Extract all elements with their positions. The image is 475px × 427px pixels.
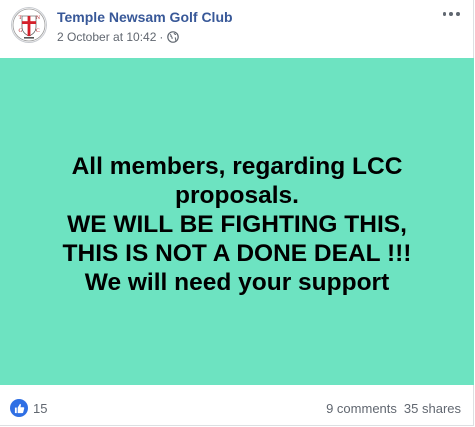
reaction-count: 15 — [33, 400, 48, 416]
crest-letter-n: N — [36, 15, 40, 21]
crest-letter-g: G — [19, 28, 23, 34]
banner-line-3: WE WILL BE FIGHTING THIS, — [67, 211, 407, 238]
more-options-icon[interactable] — [441, 6, 461, 22]
post-meta: 2 October at 10:42 · — [57, 30, 180, 44]
crest-letter-c: C — [36, 28, 40, 34]
feed-post: T N G C Temple Newsam Golf Club 2 Octobe… — [0, 0, 474, 426]
engagement-stats: 9 comments 35 shares — [326, 401, 461, 416]
crest-icon: T N G C — [12, 8, 46, 42]
club-crest-avatar[interactable]: T N G C — [11, 7, 47, 43]
globe-icon[interactable] — [167, 31, 180, 43]
banner-line-1: All members, regarding LCC — [71, 153, 403, 180]
banner-line-4: THIS IS NOT A DONE DEAL !!! — [62, 240, 412, 267]
page-name-link[interactable]: Temple Newsam Golf Club — [57, 9, 233, 25]
shares-count-link[interactable]: 35 shares — [404, 401, 461, 416]
comments-count-link[interactable]: 9 comments — [326, 401, 397, 416]
post-timestamp[interactable]: 2 October at 10:42 — [57, 30, 156, 44]
post-footer: 15 9 comments 35 shares — [0, 385, 474, 426]
reactions-summary[interactable]: 15 — [10, 399, 47, 417]
post-header: T N G C Temple Newsam Golf Club 2 Octobe… — [0, 0, 474, 58]
banner-message: All members, regarding LCC proposals. WE… — [63, 152, 412, 297]
text-post-banner[interactable]: All members, regarding LCC proposals. WE… — [0, 58, 474, 385]
banner-line-5: We will need your support — [84, 269, 390, 296]
meta-separator: · — [159, 30, 164, 44]
like-icon — [10, 399, 28, 417]
banner-line-2: proposals. — [175, 182, 299, 209]
